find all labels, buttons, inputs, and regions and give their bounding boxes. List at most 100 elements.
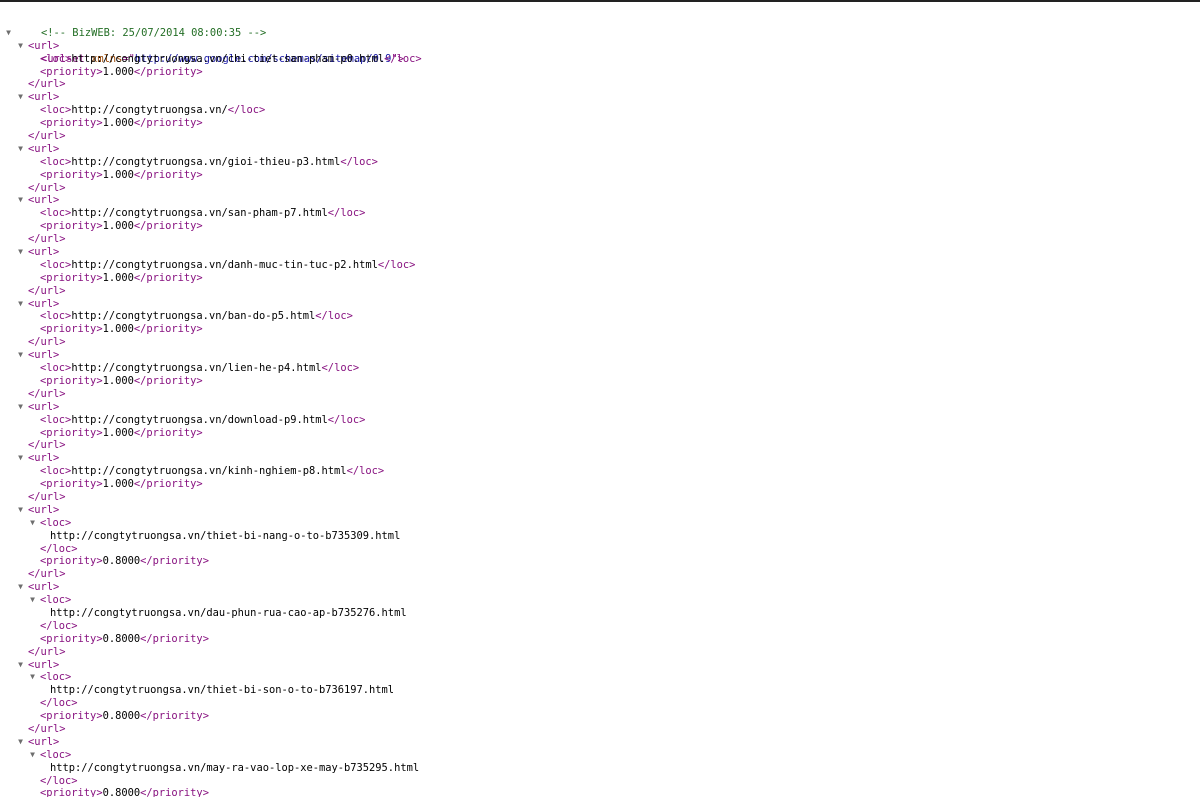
url-open-line: ▼ <url> — [0, 40, 1200, 53]
loc-line: <loc>http://congtytruongsa.vn/gioi-thieu… — [40, 155, 378, 168]
priority-value: 1.000 — [102, 220, 134, 233]
xml-tree-viewer: <!-- BizWEB: 25/07/2014 08:00:35 --> ▼ <… — [0, 14, 1200, 797]
loc-value: http://congtytruongsa.vn/dau-phun-rua-ca… — [50, 606, 407, 619]
loc-line: <loc>http://congtytruongsa.vn/san-pham-p… — [40, 207, 366, 220]
url-tag-name: url — [34, 142, 54, 155]
loc-tag-name: loc — [390, 258, 410, 271]
collapse-triangle-icon[interactable]: ▼ — [16, 298, 25, 311]
url-tag-name: url — [34, 735, 54, 748]
priority-line: <priority>1.000</priority> — [40, 374, 203, 387]
priority-value: 1.000 — [102, 65, 134, 78]
collapse-triangle-icon[interactable]: ▼ — [28, 749, 37, 762]
priority-value: 1.000 — [102, 117, 134, 130]
url-tag-name: url — [34, 246, 54, 259]
loc-open-line: ▼ <loc> — [0, 594, 1200, 607]
url-close-line: </url> — [28, 130, 66, 143]
priority-value: 1.000 — [102, 323, 134, 336]
priority-line: <priority>1.000</priority> — [40, 478, 203, 491]
collapse-triangle-icon[interactable]: ▼ — [16, 581, 25, 594]
collapse-triangle-icon[interactable]: ▼ — [16, 401, 25, 414]
loc-value: http://congtytruongsa.vn/lien-he-p4.html — [71, 362, 322, 375]
loc-close-line: </loc> — [40, 619, 78, 632]
loc-value: http://congtytruongsa.vn/thiet-bi-nang-o… — [50, 529, 401, 542]
loc-tag-name: loc — [46, 258, 66, 271]
priority-line: <priority>0.8000</priority> — [40, 555, 209, 568]
url-entries: ▼ <url> <loc>http://congtytruongsa.vn/chi-… — [0, 40, 1200, 797]
url-close-line: </url> — [28, 284, 66, 297]
collapse-triangle-icon[interactable]: ▼ — [28, 594, 37, 607]
loc-value-line: http://congtytruongsa.vn/may-ra-vao-lop-… — [0, 762, 1200, 775]
url-close-line: </url> — [28, 568, 66, 581]
priority-line: <priority>0.8000</priority> — [0, 787, 1200, 797]
loc-value: http://congtytruongsa.vn/ — [71, 104, 228, 117]
loc-value-line: http://congtytruongsa.vn/dau-phun-rua-ca… — [0, 607, 1200, 620]
url-close-line: </url> — [28, 439, 66, 452]
priority-line: <priority>1.000</priority> — [40, 426, 203, 439]
url-open-line: ▼ <url> — [0, 401, 1200, 414]
url-tag-name: url — [34, 400, 54, 413]
loc-tag-name: loc — [359, 465, 378, 478]
url-tag-name: url — [40, 568, 60, 581]
collapse-triangle-icon[interactable]: ▼ — [16, 40, 25, 53]
priority-line: <priority>0.8000</priority> — [40, 710, 209, 723]
collapse-triangle-icon[interactable]: ▼ — [16, 246, 25, 259]
url-tag-name: url — [34, 194, 54, 207]
priority-line: <priority>1.000</priority> — [40, 65, 203, 78]
priority-line: <priority>1.000</priority> — [40, 220, 203, 233]
url-open-line: ▼ <url> — [0, 504, 1200, 517]
url-tag-name: url — [40, 181, 60, 194]
priority-line: <priority>1.000</priority> — [40, 168, 203, 181]
loc-value: http://congtytruongsa.vn/ban-do-p5.html — [71, 310, 316, 323]
url-close-line: </url> — [28, 490, 66, 503]
loc-line: <loc>http://congtytruongsa.vn/</loc> — [40, 104, 266, 117]
priority-tag-name: priority — [46, 117, 97, 130]
collapse-triangle-icon[interactable]: ▼ — [16, 194, 25, 207]
collapse-triangle-icon[interactable]: ▼ — [28, 517, 37, 530]
url-tag-name: url — [40, 130, 60, 143]
collapse-triangle-icon[interactable]: ▼ — [4, 27, 13, 40]
url-open-line: ▼ <url> — [0, 246, 1200, 259]
priority-tag-name: priority — [146, 271, 197, 284]
url-tag-name: url — [40, 439, 60, 452]
loc-tag-name: loc — [340, 413, 360, 426]
collapse-triangle-icon[interactable]: ▼ — [28, 671, 37, 684]
priority-tag-name: priority — [152, 632, 203, 645]
loc-tag-name: loc — [46, 207, 66, 220]
loc-value-line: http://congtytruongsa.vn/thiet-bi-son-o-… — [0, 684, 1200, 697]
collapse-triangle-icon[interactable]: ▼ — [16, 91, 25, 104]
loc-open-line: ▼ <loc> — [0, 517, 1200, 530]
loc-tag-name: loc — [46, 516, 66, 529]
url-open-line: ▼ <url> — [0, 349, 1200, 362]
priority-tag-name: priority — [46, 787, 97, 797]
loc-value: http://congtytruongsa.vn/gioi-thieu-p3.h… — [71, 155, 341, 168]
collapse-triangle-icon[interactable]: ▼ — [16, 452, 25, 465]
loc-line: <loc>http://congtytruongsa.vn/lien-he-p4… — [40, 362, 360, 375]
loc-tag-name: loc — [240, 104, 260, 117]
loc-line: <loc>http://congtytruongsa.vn/ban-do-p5.… — [40, 310, 353, 323]
priority-tag-name: priority — [152, 555, 203, 568]
collapse-triangle-icon[interactable]: ▼ — [16, 143, 25, 156]
loc-open-line: ▼ <loc> — [0, 671, 1200, 684]
priority-line: <priority>1.000</priority> — [40, 323, 203, 336]
url-open-line: ▼ <url> — [0, 298, 1200, 311]
priority-tag-name: priority — [146, 323, 197, 336]
loc-value: http://congtytruongsa.vn/danh-muc-tin-tu… — [71, 258, 378, 271]
loc-line: <loc>http://congtytruongsa.vn/chi-tiet-s… — [40, 52, 422, 65]
loc-close-line: </loc> — [40, 697, 78, 710]
collapse-triangle-icon[interactable]: ▼ — [16, 349, 25, 362]
collapse-triangle-icon[interactable]: ▼ — [16, 659, 25, 672]
url-tag-name: url — [40, 336, 60, 349]
loc-value: http://congtytruongsa.vn/download-p9.htm… — [71, 413, 328, 426]
priority-tag-name: priority — [46, 555, 97, 568]
loc-tag-name: loc — [46, 362, 66, 375]
collapse-triangle-icon[interactable]: ▼ — [16, 736, 25, 749]
loc-value: http://congtytruongsa.vn/kinh-nghiem-p8.… — [71, 465, 347, 478]
url-open-line: ▼ <url> — [0, 736, 1200, 749]
url-close-line: </url> — [28, 645, 66, 658]
url-tag-name: url — [34, 39, 54, 52]
collapse-triangle-icon[interactable]: ▼ — [16, 504, 25, 517]
url-close-line: </url> — [28, 722, 66, 735]
priority-tag-name: priority — [146, 478, 197, 491]
loc-tag-name: loc — [52, 697, 72, 710]
loc-value: http://congtytruongsa.vn/may-ra-vao-lop-… — [50, 761, 420, 774]
